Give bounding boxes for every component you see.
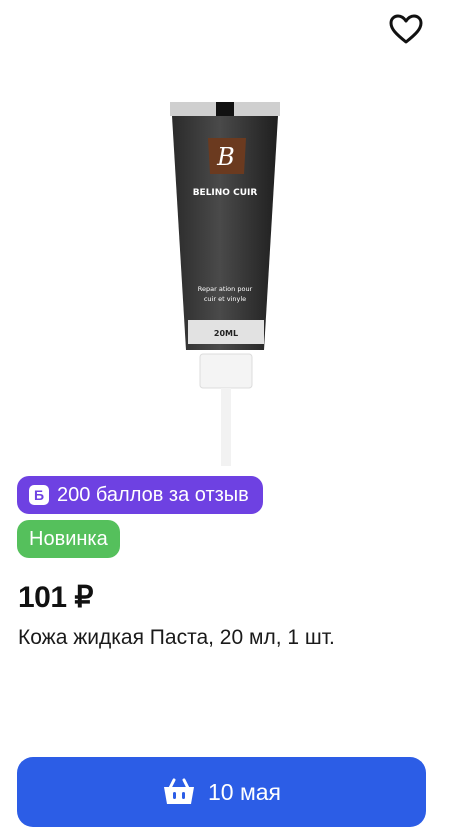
points-badge: Б 200 баллов за отзыв [17,476,263,514]
add-to-cart-button[interactable]: 10 мая [17,757,426,827]
product-price: 101 ₽ [18,581,93,614]
bonus-points-icon: Б [29,485,49,505]
image-brand-text: BELINO CUIR [193,188,258,198]
basket-icon [163,778,194,804]
image-text-line1: Repar ation pour [198,285,253,293]
points-badge-label: 200 баллов за отзыв [57,483,249,506]
favorite-button[interactable] [384,10,428,48]
new-badge-label: Новинка [29,527,108,550]
product-image[interactable]: B BELINO CUIR Repar ation pour cuir et v… [160,98,290,470]
heart-icon [389,14,423,44]
image-volume-text: 20ML [214,329,238,338]
cart-button-label: 10 мая [207,778,282,805]
new-badge: Новинка [17,520,120,558]
image-logo-letter: B [216,143,235,171]
product-title[interactable]: Кожа жидкая Паста, 20 мл, 1 шт. [18,626,335,650]
image-text-line2: cuir et vinyle [204,295,246,303]
product-card[interactable]: B BELINO CUIR Repar ation pour cuir et v… [0,0,458,836]
